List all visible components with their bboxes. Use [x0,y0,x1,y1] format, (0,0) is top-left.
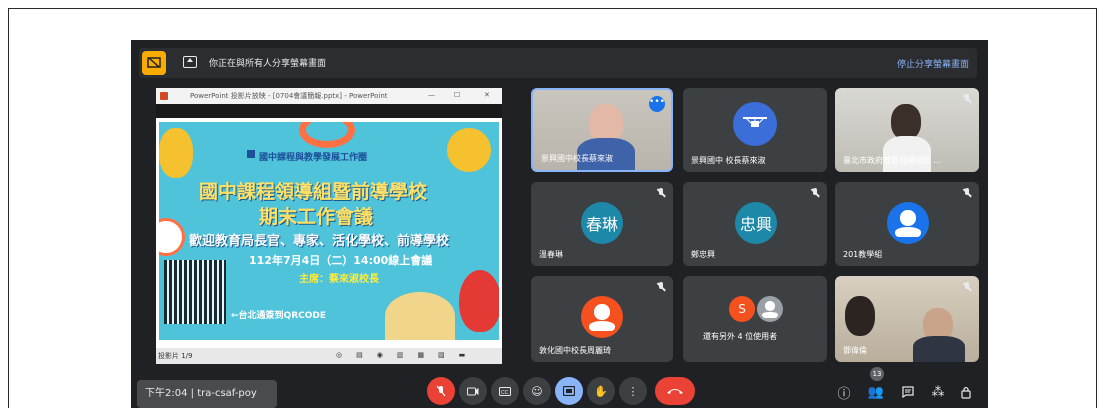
watermelon-decoration [459,270,499,332]
raise-hand-button[interactable]: ✋ [587,377,615,405]
person-avatar-icon [581,296,623,338]
participant-name: 鄭忠興 [691,250,715,259]
participant-avatar: 春琳 [581,202,623,244]
slide-date: 112年7月4日（二）14:00線上會議 [249,254,433,267]
activities-icon[interactable]: ⁂ [929,383,947,401]
person-avatar-icon [887,202,929,244]
chat-icon[interactable] [899,383,917,401]
meeting-info-overlay: 下午2:04 | tra-csaf-poy [137,380,277,408]
mic-off-icon [657,282,665,292]
more-vert-icon: ⋮ [627,384,639,398]
participant-video [845,296,875,336]
sharing-banner: 你正在與所有人分享螢幕畫面 停止分享螢幕畫面 [139,48,977,78]
present-screen-icon [563,386,575,396]
presentation-status-bar: 投影片 1/9 ◎▤◉▥▦▧▬ [156,348,502,364]
minimize-icon[interactable]: — [428,91,435,99]
mic-off-icon [811,188,819,198]
participant-tile[interactable]: 臺北市政府教育局陳翊君 ... [835,88,979,172]
participant-tile[interactable]: 敦化國中校長周麗琦 [531,276,673,362]
captions-button[interactable]: CC [491,377,519,405]
mic-off-icon [963,188,971,198]
hang-up-icon [667,389,683,394]
sharing-message: 你正在與所有人分享螢幕畫面 [209,59,327,69]
participant-video [891,104,921,140]
participant-tile[interactable]: 春琳 溫春琳 [531,182,673,266]
people-icon[interactable]: 👥 [867,383,885,401]
reactions-button[interactable]: ☺ [523,377,551,405]
slide: 國中課程與教學發展工作圈 國中課程領導組暨前導學校 期末工作會議 歡迎教育局長官… [159,122,499,340]
participant-video-body [913,336,965,362]
participant-name: 201教學組 [843,250,883,259]
mic-off-icon [963,94,971,104]
participant-tile[interactable]: 鄧偉倫 [835,276,979,362]
camera-icon [467,387,479,395]
qr-code-label: ←台北通簽到QRCODE [231,311,326,321]
sharing-indicator-icon [142,51,166,75]
slide-title-line1: 國中課程領導組暨前導學校 [199,181,428,203]
powerpoint-icon [160,92,168,100]
participant-name: 鄧偉倫 [843,346,867,355]
captions-icon: CC [499,386,511,396]
close-icon[interactable]: ✕ [484,91,490,99]
mic-off-icon [963,282,971,292]
presentation-title-bar: PowerPoint 投影片放映 - [0704會議簡報.pptx] - Pow… [156,88,502,104]
drone-avatar-icon [733,102,777,146]
shared-presentation: PowerPoint 投影片放映 - [0704會議簡報.pptx] - Pow… [156,88,502,364]
presentation-window-title: PowerPoint 投影片放映 - [0704會議簡報.pptx] - Pow… [190,92,388,100]
participant-name: 景興國中 校長蔡來淑 [691,156,766,165]
leave-call-button[interactable] [655,377,695,405]
people-count-badge: 13 [870,367,884,381]
mic-toggle-button[interactable] [427,377,455,405]
participant-tile[interactable]: S 還有另外 4 位使用者 [683,276,827,362]
swim-ring-decoration [299,122,355,148]
participant-video-body [883,136,931,172]
participant-tile[interactable]: 忠興 鄭忠興 [683,182,827,266]
meeting-details-icon[interactable]: ⓘ [835,383,853,402]
participant-avatar: 忠興 [735,202,777,244]
presentation-view-controls[interactable]: ◎▤◉▥▦▧▬ [336,351,479,359]
current-time: 下午2:04 [145,388,188,399]
person-avatar-icon [757,296,783,322]
present-now-button[interactable] [555,377,583,405]
host-controls-icon[interactable] [957,383,975,401]
participant-name: 景興國中校長蔡來淑 [541,154,613,163]
beach-ball-decoration [159,218,185,256]
slide-counter: 投影片 1/9 [158,352,193,360]
more-options-button[interactable]: ⋮ [619,377,647,405]
emoji-icon: ☺ [531,384,543,398]
present-icon [183,56,197,68]
participant-tile[interactable]: ••• 景興國中校長蔡來淑 [531,88,673,172]
stop-sharing-button[interactable]: 停止分享螢幕畫面 [897,57,969,70]
pineapple-decoration [159,128,193,178]
participant-avatar: S [729,296,755,322]
meet-window: 你正在與所有人分享螢幕畫面 停止分享螢幕畫面 PowerPoint 投影片放映 … [131,40,988,408]
qr-code [164,260,226,324]
slide-organization: 國中課程與教學發展工作圈 [259,153,368,163]
camera-toggle-button[interactable] [459,377,487,405]
slide-title-line2: 期末工作會議 [259,206,374,228]
more-options-icon[interactable]: ••• [649,96,665,112]
svg-text:CC: CC [501,390,509,396]
participant-name: 溫春琳 [539,250,563,259]
meeting-time: 下午2:04 | tra-csaf-poy [145,388,257,399]
mic-off-icon [657,188,665,198]
slide-subtitle: 歡迎教育局長官、專家、活化學校、前導學校 [189,234,450,249]
island-decoration [385,292,455,340]
participant-tile[interactable]: 201教學組 [835,182,979,266]
mic-off-icon [436,385,446,397]
org-logo [247,150,255,158]
meeting-code: tra-csaf-poy [197,388,257,399]
slide-top-band [156,104,502,118]
participant-name: 敦化國中校長周麗琦 [539,346,611,355]
sun-decoration [447,128,491,172]
participant-name: 臺北市政府教育局陳翊君 ... [843,156,942,165]
participant-tile[interactable]: 景興國中 校長蔡來淑 [683,88,827,172]
slide-chair: 主席：蔡來淑校長 [299,274,379,285]
maximize-icon[interactable]: ☐ [454,91,460,99]
hand-icon: ✋ [594,384,608,398]
more-participants-label: 還有另外 4 位使用者 [703,332,778,341]
